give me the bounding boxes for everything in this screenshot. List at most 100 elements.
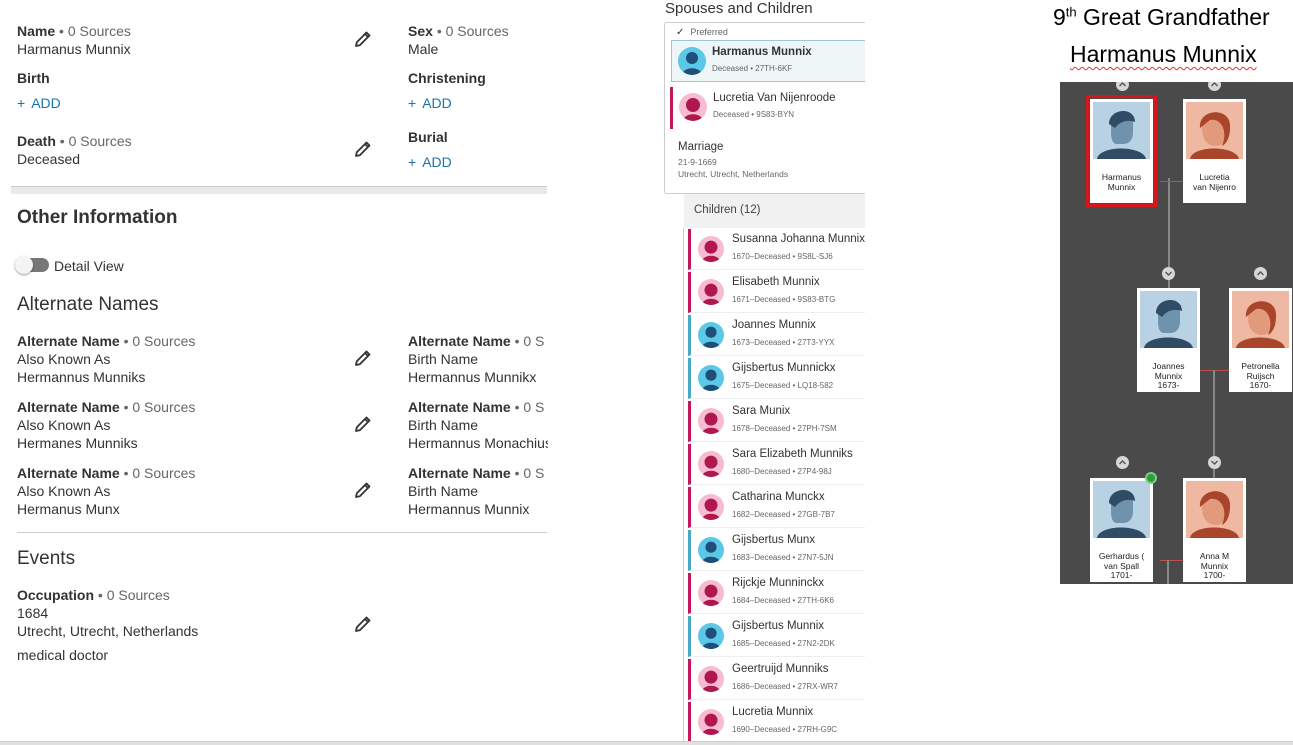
child-row[interactable]: Catharina Munckx 1682–Deceased • 27GB-7B7 (688, 487, 865, 528)
child-row[interactable]: Sara Elizabeth Munniks 1680–Deceased • 27… (688, 444, 865, 485)
tree-node-harmanus[interactable]: Harmanus Munnix (1086, 95, 1157, 207)
child-name: Gijsbertus Munnickx (732, 362, 836, 374)
child-row[interactable]: Gijsbertus Munnix 1685–Deceased • 27N2-2D… (688, 616, 865, 657)
edit-occupation-pencil-icon[interactable] (353, 614, 373, 634)
expand-up-chevron-icon[interactable] (1116, 456, 1129, 469)
child-row[interactable]: Rijckje Munninckx 1684–Deceased • 27TH-6K… (688, 573, 865, 614)
expand-up-chevron-icon[interactable] (1208, 82, 1221, 91)
alternate-name-value: Hermannus Munnix (408, 501, 530, 517)
expand-down-chevron-icon[interactable] (1208, 456, 1221, 469)
male-avatar-icon (698, 537, 724, 563)
child-row[interactable]: Joannes Munnix 1673–Deceased • 27T3-YYX (688, 315, 865, 356)
tree-node-gerhardus[interactable]: Gerhardus (van Spall 1701- (1090, 478, 1153, 582)
child-meta: 1671–Deceased • 9S83-BTG (732, 295, 836, 304)
add-christening-label: ADD (422, 95, 452, 111)
alternate-name-sources[interactable]: • 0 S (515, 333, 545, 349)
female-portrait-icon (1186, 102, 1243, 159)
occupation-sources[interactable]: • 0 Sources (98, 587, 170, 603)
name-sources[interactable]: • 0 Sources (59, 23, 131, 39)
detail-view-label: Detail View (54, 258, 124, 274)
marriage-place: Utrecht, Utrecht, Netherlands (678, 169, 789, 179)
edit-name-pencil-icon[interactable] (353, 29, 373, 49)
tree-node-name: Petronella Ruijsch 1670- (1241, 361, 1280, 390)
alternate-name-sources[interactable]: • 0 Sources (124, 399, 196, 415)
child-row[interactable]: Gijsbertus Munx 1683–Deceased • 27N7-5JN (688, 530, 865, 571)
tree-node-name: Anna M Munnix 1700- (1199, 551, 1230, 580)
sex-sources[interactable]: • 0 Sources (437, 23, 509, 39)
name-field: Name • 0 Sources Harmanus Munnix (17, 22, 131, 58)
child-name: Joannes Munnix (732, 319, 816, 331)
child-row[interactable]: Elisabeth Munnix 1671–Deceased • 9S83-BTG (688, 272, 865, 313)
occupation-description: medical doctor (17, 646, 108, 664)
children-connector-line (683, 228, 684, 745)
tree-node-joannes[interactable]: Joannes Munnix 1673- (1137, 288, 1200, 392)
alternate-name-value: Hermanes Munniks (17, 435, 138, 451)
expand-down-chevron-icon[interactable] (1162, 267, 1175, 280)
edit-death-pencil-icon[interactable] (353, 139, 373, 159)
detail-view-toggle[interactable] (15, 256, 49, 274)
alternate-name-sources[interactable]: • 0 Sources (124, 333, 196, 349)
child-meta: 1675–Deceased • LQ18-582 (732, 381, 834, 390)
add-birth-button[interactable]: + ADD (17, 95, 61, 111)
alternate-name-label: Alternate Name (408, 399, 511, 415)
child-row[interactable]: Geertruijd Munniks 1686–Deceased • 27RX-W… (688, 659, 865, 700)
spouse-father[interactable]: Harmanus Munnix Deceased • 27TH-6KF (671, 40, 865, 82)
child-row[interactable]: Gijsbertus Munnickx 1675–Deceased • LQ18-… (688, 358, 865, 399)
child-row[interactable]: Susanna Johanna Munnix 1670–Deceased • 9S… (688, 229, 865, 270)
child-name: Elisabeth Munnix (732, 276, 820, 288)
spouse-mother-name: Lucretia Van Nijenroode (713, 92, 836, 104)
plus-icon: + (408, 154, 417, 170)
tree-connector (1167, 560, 1169, 584)
record-hint-icon[interactable] (1145, 472, 1157, 484)
tree-node-anna[interactable]: Anna M Munnix 1700- (1183, 478, 1246, 582)
spouses-and-children-title: Spouses and Children (665, 0, 813, 17)
alternate-name-label: Alternate Name (17, 333, 120, 349)
male-portrait-icon (1093, 481, 1150, 538)
preferred-label[interactable]: ✓ Preferred (676, 27, 728, 38)
child-meta: 1680–Deceased • 27P4-98J (732, 467, 832, 476)
alternate-name-type: Also Known As (17, 483, 111, 499)
child-name: Gijsbertus Munnix (732, 620, 825, 632)
female-portrait-icon (1186, 481, 1243, 538)
death-sources[interactable]: • 0 Sources (60, 133, 132, 149)
tree-node-petronella[interactable]: Petronella Ruijsch 1670- (1229, 288, 1292, 392)
caption-number: 9 (1053, 4, 1066, 30)
alternate-name-type: Also Known As (17, 417, 111, 433)
child-meta: 1690–Deceased • 27RH-G9C (732, 725, 838, 734)
alternate-name-item: Alternate Name • 0 Sources Also Known As… (17, 398, 195, 452)
female-avatar-icon (679, 93, 707, 121)
sex-field: Sex • 0 Sources Male (408, 22, 509, 58)
female-avatar-icon (698, 236, 724, 262)
relationship-caption: 9th Great Grandfather (1053, 4, 1270, 31)
marriage-label: Marriage (678, 141, 724, 153)
person-details-panel: Name • 0 Sources Harmanus Munnix Sex • 0… (0, 0, 560, 745)
child-row[interactable]: Sara Munix 1678–Deceased • 27PH-7SM (688, 401, 865, 442)
spouse-mother[interactable]: Lucretia Van Nijenroode Deceased • 9S83-… (670, 87, 865, 129)
child-meta: 1686–Deceased • 27RX-WR7 (732, 682, 838, 691)
male-portrait-icon (1093, 102, 1150, 159)
expand-up-chevron-icon[interactable] (1116, 82, 1129, 91)
male-avatar-icon (698, 322, 724, 348)
events-title: Events (17, 548, 76, 569)
section-divider (11, 186, 547, 194)
edit-alternate-name-pencil-icon[interactable] (353, 480, 373, 500)
male-avatar-icon (698, 365, 724, 391)
alternate-name-sources[interactable]: • 0 S (515, 399, 545, 415)
edit-alternate-name-pencil-icon[interactable] (353, 414, 373, 434)
bottom-scrollbar[interactable] (0, 741, 1293, 745)
add-birth-label: ADD (31, 95, 61, 111)
add-christening-button[interactable]: + ADD (408, 95, 452, 111)
tree-node-lucretia[interactable]: Lucretia van Nijenro (1183, 99, 1246, 203)
children-header[interactable]: Children (12) (684, 194, 865, 228)
expand-up-chevron-icon[interactable] (1254, 267, 1267, 280)
edit-alternate-name-pencil-icon[interactable] (353, 348, 373, 368)
alternate-name-sources[interactable]: • 0 S (515, 465, 545, 481)
add-burial-button[interactable]: + ADD (408, 154, 452, 170)
checkmark-icon: ✓ (676, 27, 685, 38)
couple-connector (1160, 181, 1183, 182)
child-row[interactable]: Lucretia Munnix 1690–Deceased • 27RH-G9C (688, 702, 865, 743)
children-header-label: Children (12) (694, 204, 761, 216)
alternate-name-label: Alternate Name (408, 333, 511, 349)
alternate-name-sources[interactable]: • 0 Sources (124, 465, 196, 481)
alternate-name-value: Hermannus Munniks (17, 369, 146, 385)
